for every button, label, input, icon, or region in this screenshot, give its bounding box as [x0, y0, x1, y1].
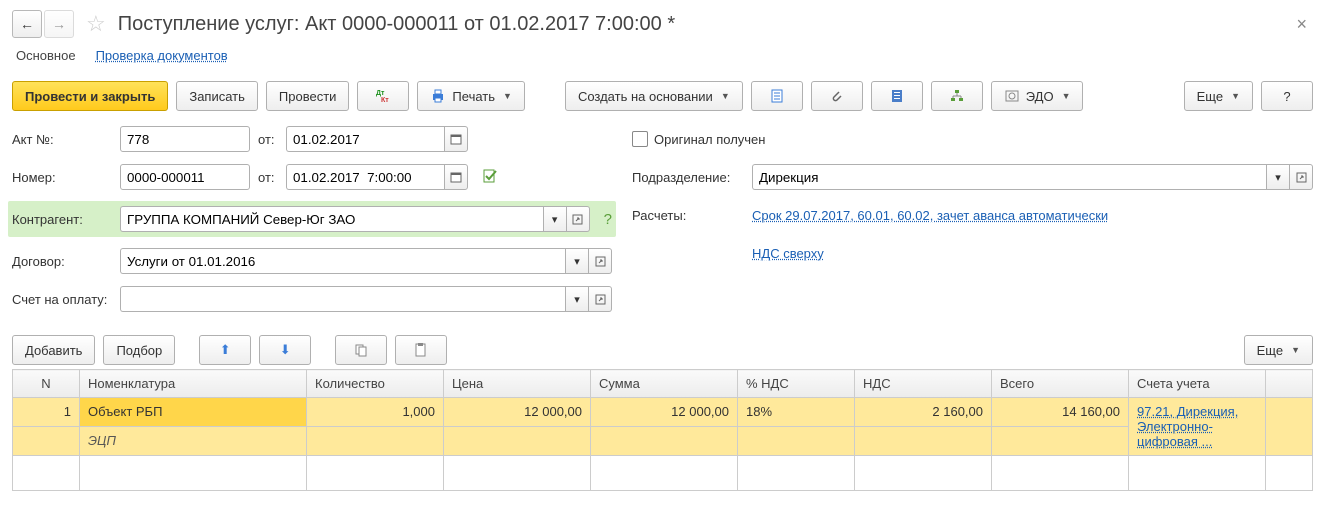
- create-based-on-button[interactable]: Создать на основании▼: [565, 81, 743, 111]
- contractor-input[interactable]: [120, 206, 543, 232]
- number-ok-icon: [482, 168, 498, 187]
- cell-qty[interactable]: 1,000: [307, 398, 444, 427]
- items-table: N Номенклатура Количество Цена Сумма % Н…: [12, 369, 1313, 491]
- number-input[interactable]: [120, 164, 250, 190]
- contract-label: Договор:: [12, 254, 112, 269]
- select-items-button[interactable]: Подбор: [103, 335, 175, 365]
- cell-sum[interactable]: 12 000,00: [591, 398, 738, 427]
- contractor-help-icon[interactable]: ?: [604, 211, 612, 228]
- copy-row-button[interactable]: [335, 335, 387, 365]
- col-tail: [1266, 370, 1313, 398]
- division-open-icon[interactable]: [1290, 164, 1313, 190]
- number-from-label: от:: [258, 170, 278, 185]
- help-button[interactable]: ?: [1261, 81, 1313, 111]
- move-down-button[interactable]: ⬇: [259, 335, 311, 365]
- cell-vat[interactable]: 2 160,00: [855, 398, 992, 427]
- svg-text:Дт: Дт: [376, 90, 385, 97]
- col-accounts[interactable]: Счета учета: [1129, 370, 1266, 398]
- more-button[interactable]: Еще▼: [1184, 81, 1253, 111]
- header: ← → ☆ Поступление услуг: Акт 0000-000011…: [12, 10, 1313, 38]
- act-no-label: Акт №:: [12, 132, 112, 147]
- act-from-label: от:: [258, 132, 278, 147]
- nav-forward-button[interactable]: →: [44, 10, 74, 38]
- col-n[interactable]: N: [13, 370, 80, 398]
- vat-mode-link[interactable]: НДС сверху: [752, 246, 824, 261]
- move-up-button[interactable]: ⬆: [199, 335, 251, 365]
- table-toolbar: Добавить Подбор ⬆ ⬇ Еще▼: [12, 335, 1313, 365]
- original-received-checkbox[interactable]: Оригинал получен: [632, 131, 765, 147]
- table-more-button[interactable]: Еще▼: [1244, 335, 1313, 365]
- tab-check-documents[interactable]: Проверка документов: [96, 48, 228, 63]
- contract-open-icon[interactable]: [589, 248, 612, 274]
- cell-vat-pct[interactable]: 18%: [738, 398, 855, 427]
- window-title: Поступление услуг: Акт 0000-000011 от 01…: [118, 13, 675, 36]
- edo-button[interactable]: ЭДО▼: [991, 81, 1084, 111]
- post-button[interactable]: Провести: [266, 81, 350, 111]
- col-price[interactable]: Цена: [444, 370, 591, 398]
- paste-row-button[interactable]: [395, 335, 447, 365]
- table-row-empty[interactable]: [13, 456, 1313, 491]
- favorite-star-icon[interactable]: ☆: [86, 11, 106, 37]
- attach-button[interactable]: [811, 81, 863, 111]
- print-button[interactable]: Печать▼: [417, 81, 525, 111]
- add-row-button[interactable]: Добавить: [12, 335, 95, 365]
- col-vat[interactable]: НДС: [855, 370, 992, 398]
- cell-nomenclature-sub[interactable]: ЭЦП: [80, 427, 307, 456]
- main-toolbar: Провести и закрыть Записать Провести ДтК…: [12, 81, 1313, 111]
- save-button[interactable]: Записать: [176, 81, 258, 111]
- nav-back-button[interactable]: ←: [12, 10, 42, 38]
- col-sum[interactable]: Сумма: [591, 370, 738, 398]
- table-row-sub[interactable]: ЭЦП: [13, 427, 1313, 456]
- cell-n[interactable]: 1: [13, 398, 80, 427]
- cell-price[interactable]: 12 000,00: [444, 398, 591, 427]
- number-date-calendar-icon[interactable]: [444, 164, 468, 190]
- invoice-open-icon[interactable]: [589, 286, 612, 312]
- post-and-close-button[interactable]: Провести и закрыть: [12, 81, 168, 111]
- invoice-label: Счет на оплату:: [12, 292, 112, 307]
- col-qty[interactable]: Количество: [307, 370, 444, 398]
- tab-main[interactable]: Основное: [16, 48, 76, 63]
- contractor-label: Контрагент:: [12, 212, 112, 227]
- number-date-input[interactable]: [286, 164, 444, 190]
- invoice-dropdown-icon[interactable]: ▾: [565, 286, 589, 312]
- contractor-dropdown-icon[interactable]: ▾: [543, 206, 567, 232]
- invoice-input[interactable]: [120, 286, 565, 312]
- col-total[interactable]: Всего: [992, 370, 1129, 398]
- list-button[interactable]: [871, 81, 923, 111]
- number-label: Номер:: [12, 170, 112, 185]
- act-no-input[interactable]: [120, 126, 250, 152]
- col-vat-pct[interactable]: % НДС: [738, 370, 855, 398]
- calc-link[interactable]: Срок 29.07.2017, 60.01, 60.02, зачет ава…: [752, 208, 1108, 223]
- svg-text:Кт: Кт: [381, 97, 389, 104]
- act-date-calendar-icon[interactable]: [444, 126, 468, 152]
- division-dropdown-icon[interactable]: ▾: [1266, 164, 1290, 190]
- original-received-label: Оригинал получен: [654, 132, 765, 147]
- act-date-input[interactable]: [286, 126, 444, 152]
- related-docs-button[interactable]: [751, 81, 803, 111]
- structure-button[interactable]: [931, 81, 983, 111]
- contractor-open-icon[interactable]: [567, 206, 590, 232]
- division-input[interactable]: [752, 164, 1266, 190]
- contract-input[interactable]: [120, 248, 565, 274]
- cell-accounts[interactable]: 97.21, Дирекция, Электронно-цифровая ...: [1129, 398, 1266, 456]
- contract-dropdown-icon[interactable]: ▾: [565, 248, 589, 274]
- tabs: Основное Проверка документов: [12, 48, 1313, 63]
- calc-label: Расчеты:: [632, 208, 744, 223]
- table-row[interactable]: 1 Объект РБП 1,000 12 000,00 12 000,00 1…: [13, 398, 1313, 427]
- division-label: Подразделение:: [632, 170, 744, 185]
- cell-total[interactable]: 14 160,00: [992, 398, 1129, 427]
- close-button[interactable]: ×: [1290, 14, 1313, 35]
- col-nomenclature[interactable]: Номенклатура: [80, 370, 307, 398]
- cell-nomenclature[interactable]: Объект РБП: [80, 398, 307, 427]
- dt-kt-button[interactable]: ДтКт: [357, 81, 409, 111]
